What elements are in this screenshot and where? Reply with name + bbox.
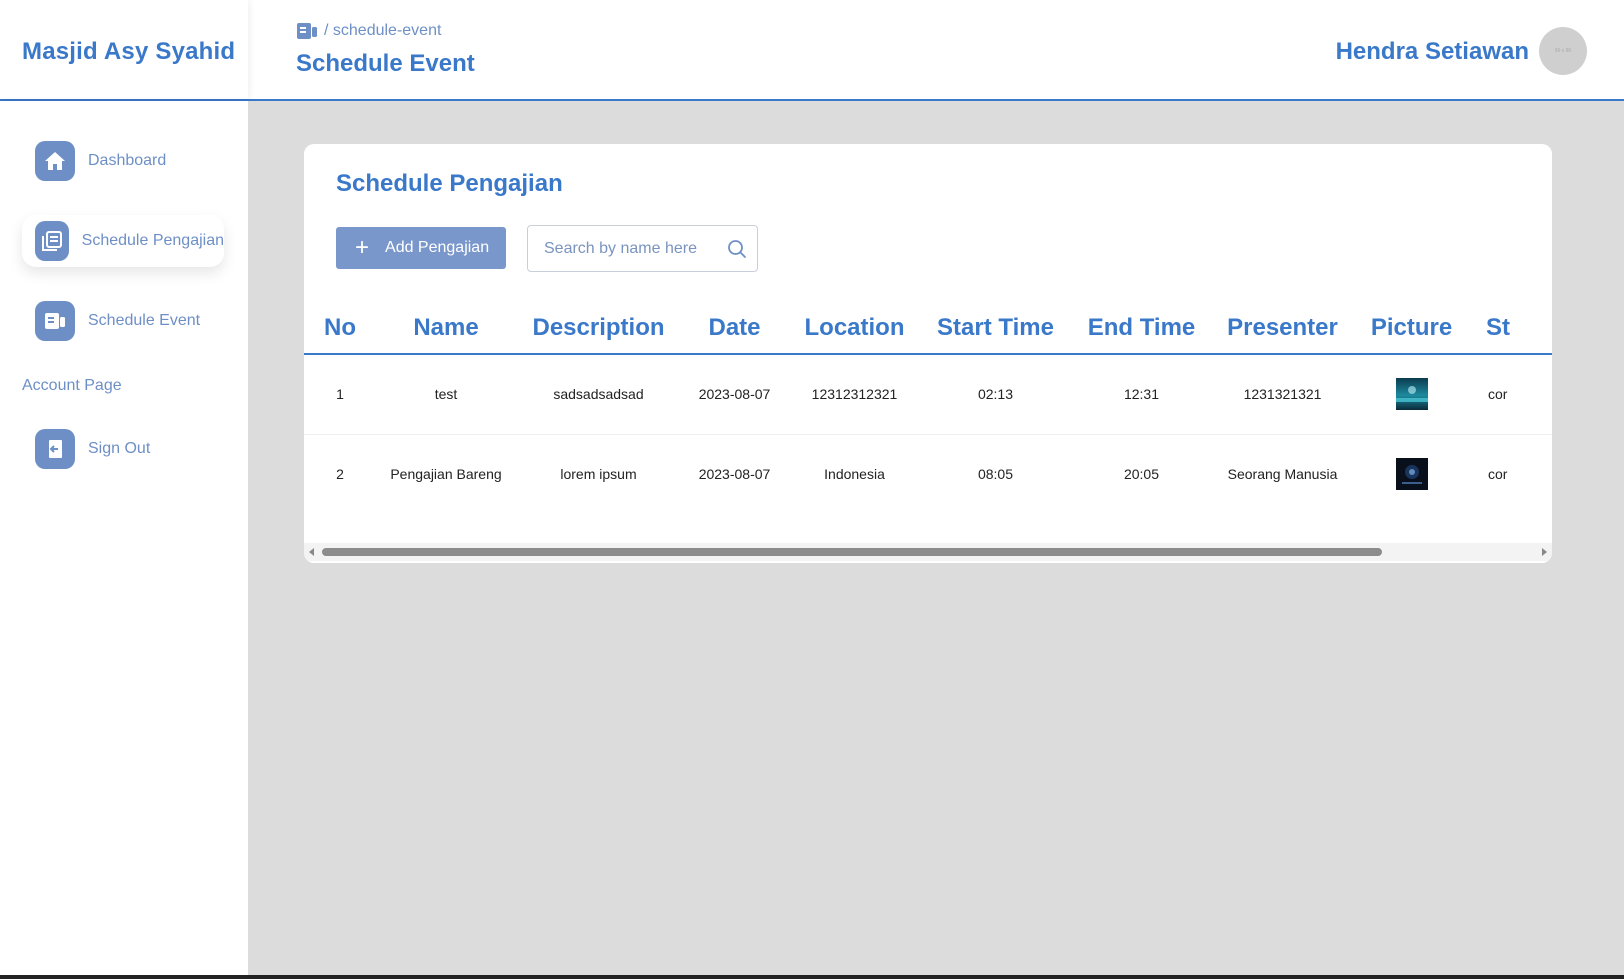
sidebar-item-sign-out[interactable]: Sign Out [22,423,224,475]
schedule-table: No Name Description Date Location Start … [304,302,1552,514]
event-icon [35,301,75,341]
column-header-date[interactable]: Date [681,302,788,355]
horizontal-scrollbar[interactable] [304,543,1552,561]
user-name[interactable]: Hendra Setiawan [1336,38,1529,66]
cell-end-time: 20:05 [1123,466,1160,483]
column-header-name[interactable]: Name [376,302,516,355]
table-header-row: No Name Description Date Location Start … [304,302,1552,355]
plus-icon: + [355,234,370,261]
brand-area: Masjid Asy Syahid [0,0,248,99]
breadcrumb-path[interactable]: / schedule-event [324,22,441,40]
sign-out-icon [35,429,75,469]
cell-name: test [376,354,516,435]
breadcrumb: / schedule-event [296,22,441,40]
column-header-status[interactable]: St [1471,302,1552,355]
table-row[interactable]: 2 Pengajian Bareng lorem ipsum 2023-08-0… [304,434,1552,514]
page-title: Schedule Event [296,50,475,77]
column-header-start-time[interactable]: Start Time [921,302,1070,355]
app-brand[interactable]: Masjid Asy Syahid [22,38,235,66]
cell-description: lorem ipsum [560,466,637,483]
document-list-icon [35,221,69,261]
column-header-location[interactable]: Location [788,302,921,355]
cell-location: 12312312321 [788,354,921,435]
sidebar: Dashboard Schedule Pengajian Schedule Ev… [0,101,248,977]
cell-date: 2023-08-07 [681,354,788,435]
cell-status: cor [1488,466,1508,483]
search-icon[interactable] [727,239,747,259]
column-header-end-time[interactable]: End Time [1070,302,1213,355]
main-content: Schedule Pengajian + Add Pengajian Searc… [248,101,1624,977]
cell-no: 2 [336,466,344,483]
column-header-presenter[interactable]: Presenter [1213,302,1352,355]
cell-status: cor [1471,354,1552,435]
cell-location: Indonesia [824,466,885,483]
search-box [527,225,758,272]
cell-picture [1352,354,1471,435]
avatar[interactable]: 96 x 96 [1539,27,1587,75]
scroll-left-icon[interactable] [309,548,314,556]
home-icon [35,141,75,181]
table-container: No Name Description Date Location Start … [304,302,1552,542]
card-title: Schedule Pengajian [336,170,563,197]
sidebar-item-schedule-pengajian[interactable]: Schedule Pengajian [22,215,224,267]
column-header-picture[interactable]: Picture [1352,302,1471,355]
sidebar-item-dashboard[interactable]: Dashboard [22,135,224,187]
cell-name: Pengajian Bareng [390,466,502,483]
sidebar-item-label: Schedule Pengajian [81,232,224,249]
schedule-card: Schedule Pengajian + Add Pengajian Searc… [304,144,1552,563]
sidebar-item-label: Schedule Event [88,312,201,329]
thumbnail-image[interactable] [1395,378,1428,411]
window-bottom-border [0,975,1624,979]
cell-date: 2023-08-07 [698,466,771,483]
cell-no: 1 [304,354,376,435]
cell-start-time: 02:13 [921,354,1070,435]
add-pengajian-button[interactable]: + Add Pengajian [336,227,506,269]
section-label-account: Account Page [22,377,122,394]
cell-presenter: Seorang Manusia [1227,466,1338,483]
sidebar-item-schedule-event[interactable]: Schedule Event [22,295,224,347]
column-header-no[interactable]: No [304,302,376,355]
cell-presenter: 1231321321 [1213,354,1352,435]
sidebar-item-label: Dashboard [88,152,167,169]
add-button-label: Add Pengajian [385,239,490,256]
cell-picture [1352,434,1471,514]
avatar-placeholder-text: 96 x 96 [1554,48,1572,54]
table-row[interactable]: 1 test sadsadsadsad 2023-08-07 123123123… [304,354,1552,435]
event-icon [297,23,317,39]
search-input[interactable] [544,239,724,258]
cell-end-time: 12:31 [1070,354,1213,435]
column-header-description[interactable]: Description [516,302,681,355]
cell-description: sadsadsadsad [516,354,681,435]
scroll-right-icon[interactable] [1542,548,1547,556]
thumbnail-image[interactable] [1395,458,1428,491]
cell-start-time: 08:05 [977,466,1014,483]
top-header: Masjid Asy Syahid / schedule-event Sched… [0,0,1624,101]
scrollbar-thumb[interactable] [322,548,1382,556]
sidebar-item-label: Sign Out [88,440,151,457]
